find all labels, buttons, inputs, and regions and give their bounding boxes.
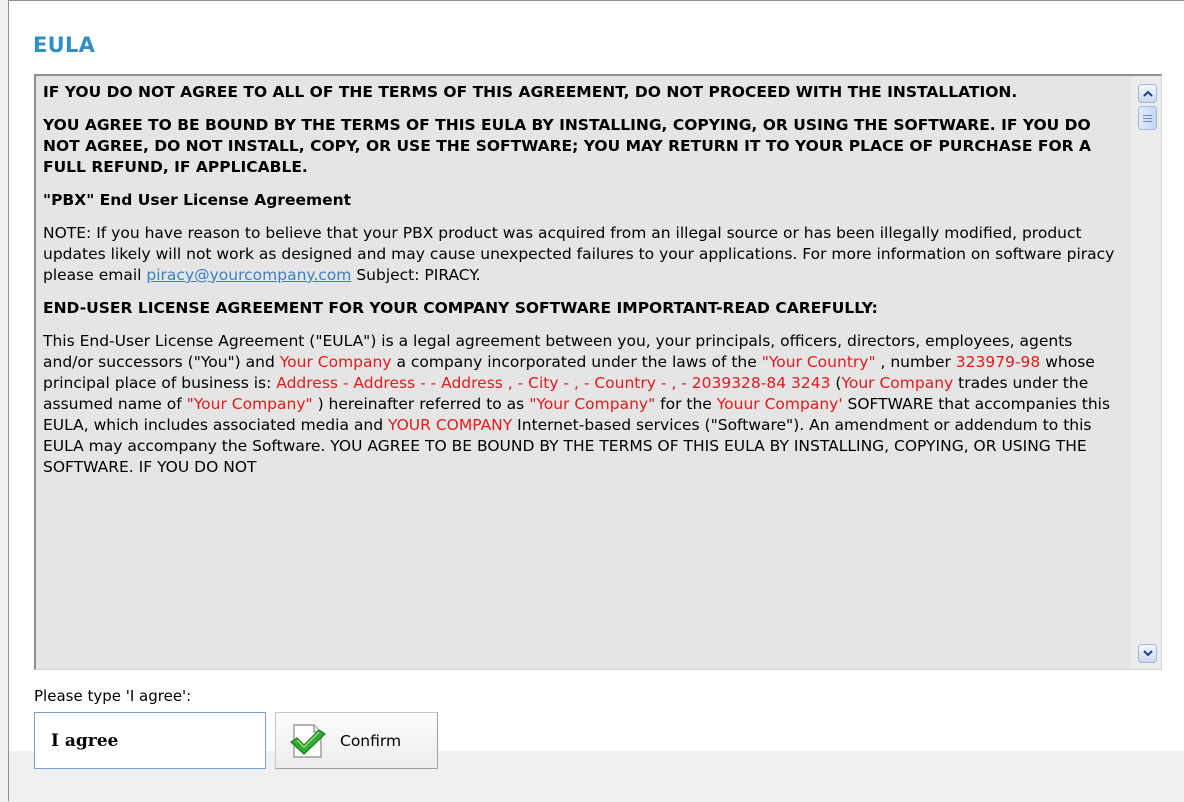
- country-field: "Your Country": [761, 353, 876, 371]
- eula-note-paragraph: NOTE: If you have reason to believe that…: [43, 223, 1115, 286]
- company-name-field: Youur Company': [716, 395, 843, 413]
- confirm-button[interactable]: Confirm: [275, 712, 438, 769]
- page-title: EULA: [33, 33, 96, 57]
- eula-paragraph: IF YOU DO NOT AGREE TO ALL OF THE TERMS …: [43, 83, 1018, 101]
- eula-heading: "PBX" End User License Agreement: [43, 191, 352, 209]
- company-name-field: "Your Company": [529, 395, 656, 413]
- chevron-up-icon: [1142, 90, 1153, 97]
- confirm-button-label: Confirm: [340, 731, 402, 750]
- scroll-thumb[interactable]: [1138, 106, 1157, 130]
- eula-textbox[interactable]: IF YOU DO NOT AGREE TO ALL OF THE TERMS …: [34, 74, 1162, 670]
- company-name-field: Your Company: [279, 353, 397, 371]
- eula-panel: EULA IF YOU DO NOT AGREE TO ALL OF THE T…: [8, 0, 1184, 802]
- text-run: , number: [875, 353, 956, 371]
- vertical-scrollbar[interactable]: [1131, 76, 1161, 669]
- text-run: a company incorporated under the laws of…: [396, 353, 762, 371]
- eula-text-content: IF YOU DO NOT AGREE TO ALL OF THE TERMS …: [43, 82, 1115, 668]
- scroll-down-button[interactable]: [1138, 644, 1157, 663]
- note-text: Subject: PIRACY.: [351, 266, 481, 284]
- piracy-email-link[interactable]: piracy@yourcompany.com: [146, 266, 351, 284]
- address-field: Address - Address - - Address , - City -…: [276, 374, 831, 392]
- company-name-field: YOUR COMPANY: [387, 416, 513, 434]
- green-check-document-icon: [290, 723, 326, 758]
- company-number-field: 323979-98: [955, 353, 1041, 371]
- chevron-down-icon: [1142, 650, 1153, 657]
- thumb-grip: [1143, 115, 1152, 116]
- eula-paragraph: This End-User License Agreement ("EULA")…: [43, 331, 1115, 478]
- agree-input[interactable]: [34, 712, 266, 769]
- text-run: ) hereinafter referred to as: [312, 395, 530, 413]
- company-name-field: "Your Company": [186, 395, 313, 413]
- text-run: for the: [655, 395, 717, 413]
- text-run: (: [830, 374, 842, 392]
- eula-paragraph: YOU AGREE TO BE BOUND BY THE TERMS OF TH…: [43, 116, 1091, 176]
- scroll-up-button[interactable]: [1138, 84, 1157, 103]
- eula-heading: END-USER LICENSE AGREEMENT FOR YOUR COMP…: [43, 299, 878, 317]
- agree-prompt-label: Please type 'I agree':: [34, 687, 192, 705]
- thumb-grip: [1143, 118, 1152, 119]
- thumb-grip: [1143, 121, 1152, 122]
- company-name-field: Your Company: [841, 374, 954, 392]
